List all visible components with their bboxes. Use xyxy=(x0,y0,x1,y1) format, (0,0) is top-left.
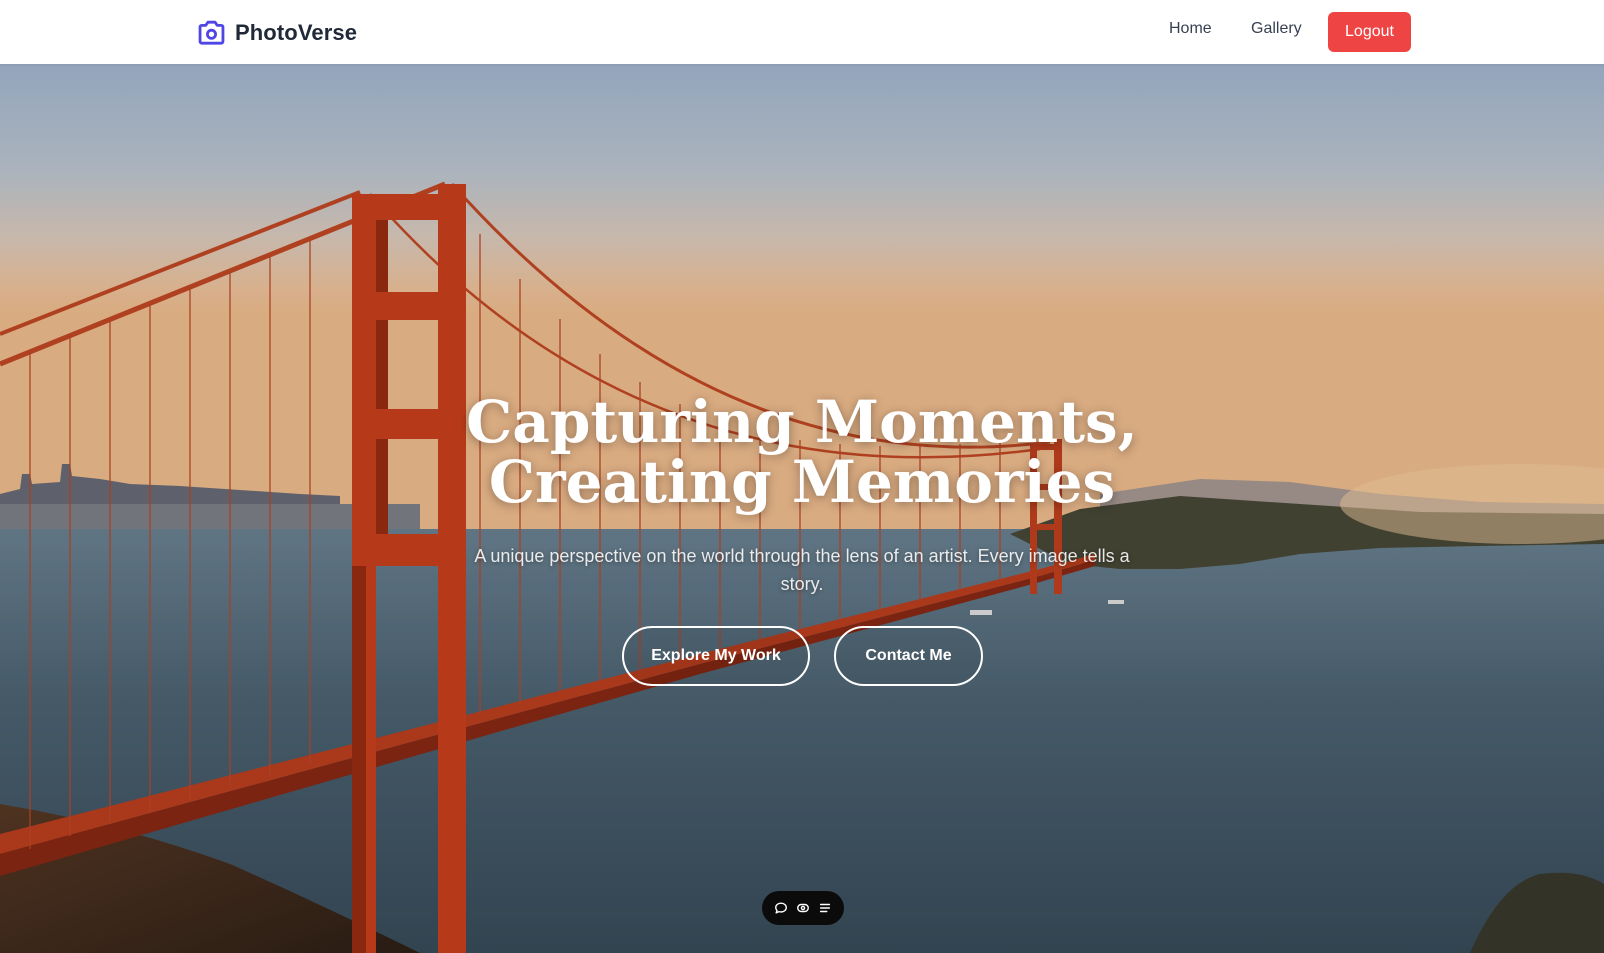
camera-icon xyxy=(198,20,225,45)
brand-logo[interactable]: PhotoVerse xyxy=(196,17,357,49)
brand-name: PhotoVerse xyxy=(235,20,358,45)
logout-button[interactable]: Logout xyxy=(1328,12,1411,52)
explore-my-work-button[interactable]: Explore My Work xyxy=(622,626,810,686)
eye-icon[interactable] xyxy=(794,899,812,917)
menu-icon[interactable] xyxy=(816,899,834,917)
hero-title-line-2: Creating Memories xyxy=(488,448,1116,516)
nav-home-link[interactable]: Home xyxy=(1169,20,1212,38)
contact-me-button[interactable]: Contact Me xyxy=(834,626,983,686)
comment-icon[interactable] xyxy=(772,899,790,917)
hero-title: Capturing Moments, Creating Memories xyxy=(402,392,1202,512)
navbar: PhotoVerse Home Gallery Logout xyxy=(0,0,1604,64)
hero-subtitle: A unique perspective on the world throug… xyxy=(474,546,1130,594)
floating-toolbar xyxy=(762,891,844,925)
hero-title-line-1: Capturing Moments, xyxy=(466,388,1138,456)
hero-section: Capturing Moments, Creating Memories A u… xyxy=(0,64,1604,953)
nav-gallery-link[interactable]: Gallery xyxy=(1251,20,1302,38)
